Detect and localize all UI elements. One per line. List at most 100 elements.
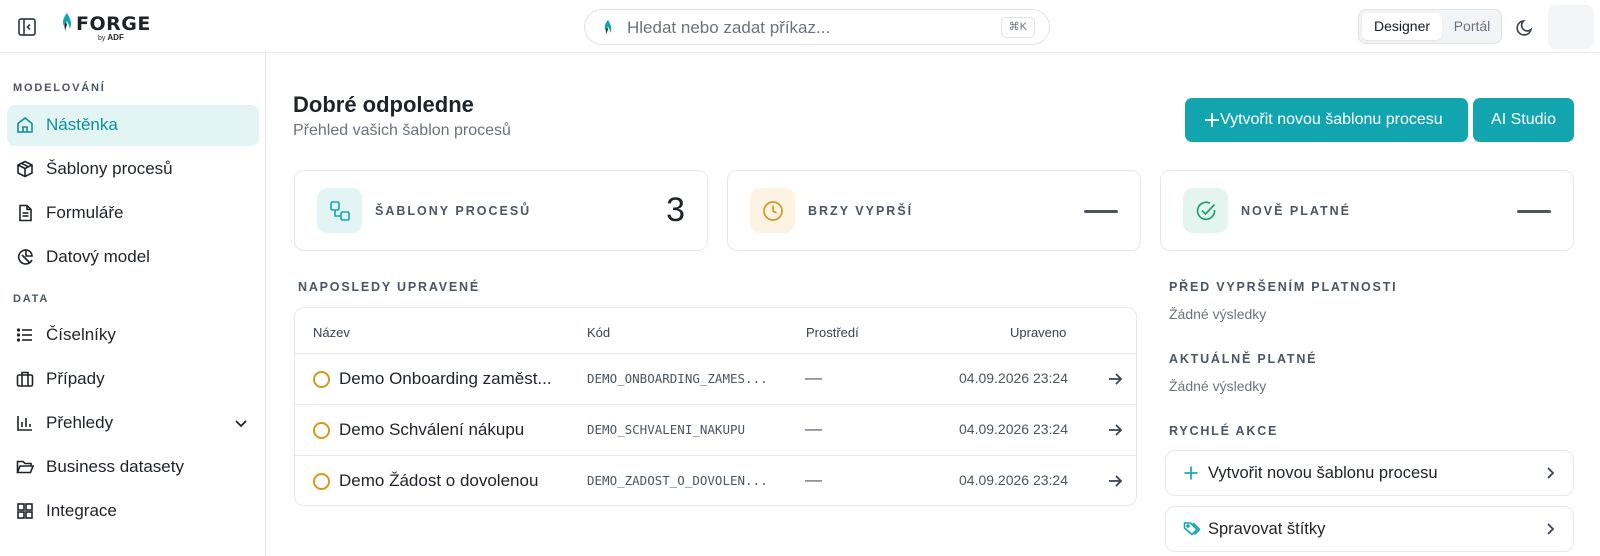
top-bar: FORGE by ADF Hledat nebo zadat příkaz... … (0, 0, 1600, 53)
brand-byline-small: by (98, 35, 106, 42)
create-template-label: Vytvořit novou šablonu procesu (1220, 111, 1443, 128)
sidebar-item-cases[interactable]: Případy (7, 359, 259, 400)
sidebar-item-reports[interactable]: Přehledy (7, 403, 259, 444)
cube-icon (17, 160, 33, 178)
stat-card-newly-valid: NOVĚ PLATNÉ (1160, 170, 1574, 251)
column-header-updated[interactable]: Upraveno (1010, 325, 1066, 340)
expiring-section-title: PŘED VYPRŠENÍM PLATNOSTI (1169, 280, 1398, 294)
chevron-right-icon (1547, 523, 1555, 535)
valid-empty-text: Žádné výsledky (1169, 378, 1267, 394)
recent-templates-table: Název Kód Prostředí Upraveno Demo Onboar… (294, 307, 1137, 506)
column-header-name[interactable]: Název (313, 325, 350, 340)
row-code: DEMO_ZADOST_O_DOVOLEN... (587, 473, 768, 488)
sidebar-item-label: Přehledy (46, 413, 114, 432)
theme-toggle-moon-icon[interactable] (1514, 16, 1536, 38)
sidebar-item-forms[interactable]: Formuláře (7, 193, 259, 234)
recent-section-title: NAPOSLEDY UPRAVENÉ (298, 280, 480, 294)
sidebar-item-label: Formuláře (46, 203, 124, 222)
sidebar-item-codelists[interactable]: Číselníky (7, 315, 259, 356)
stat-card-expiring-soon: BRZY VYPRŠÍ (727, 170, 1141, 251)
plus-icon (1184, 466, 1198, 480)
row-code: DEMO_SCHVALENI_NAKUPU (587, 422, 746, 437)
table-row[interactable]: Demo Onboarding zaměst... DEMO_ONBOARDIN… (295, 353, 1136, 404)
valid-section-title: AKTUÁLNĚ PLATNÉ (1169, 352, 1318, 366)
sidebar-item-integrations[interactable]: Integrace (7, 491, 259, 532)
brand-name: FORGE (76, 13, 151, 35)
chevron-right-icon (1547, 467, 1555, 479)
quick-action-manage-tags[interactable]: Spravovat štítky (1165, 506, 1574, 552)
sidebar-item-label: Číselníky (46, 325, 116, 344)
row-updated: 04.09.2026 23:24 (959, 472, 1068, 488)
stat-label: ŠABLONY PROCESŮ (375, 204, 532, 218)
column-header-environment[interactable]: Prostředí (806, 325, 859, 340)
sidebar: MODELOVÁNÍ Nástěnka Šablony procesů Form… (0, 53, 266, 556)
create-template-button[interactable]: Vytvořit novou šablonu procesu (1185, 98, 1468, 142)
search-shortcut-badge: ⌘K (1000, 17, 1035, 38)
sidebar-item-business-datasets[interactable]: Business datasety (7, 447, 259, 488)
grid-icon (17, 503, 33, 519)
mode-designer-button[interactable]: Designer (1362, 13, 1442, 40)
mode-switch: Designer Portál (1358, 9, 1502, 44)
stat-value: 3 (666, 191, 685, 229)
sidebar-section-title: DATA (13, 293, 50, 305)
page-title: Dobré odpoledne (293, 92, 474, 117)
row-environment: — (805, 470, 822, 489)
home-icon (17, 116, 33, 133)
stat-value-empty-dash (1084, 210, 1118, 213)
status-circle-icon (313, 422, 330, 439)
quick-action-create-template[interactable]: Vytvořit novou šablonu procesu (1165, 450, 1574, 496)
check-circle-icon (1183, 188, 1228, 233)
sidebar-item-label: Nástěnka (46, 115, 118, 134)
row-environment: — (805, 419, 822, 438)
forge-logo[interactable]: FORGE by ADF (58, 10, 168, 44)
document-icon (19, 204, 32, 222)
bar-chart-icon (17, 416, 32, 431)
stat-card-templates: ŠABLONY PROCESŮ 3 (294, 170, 708, 251)
quick-action-label: Spravovat štítky (1208, 520, 1326, 538)
chevron-down-icon[interactable] (233, 415, 249, 431)
folder-open-icon (16, 460, 35, 474)
command-search[interactable]: Hledat nebo zadat příkaz... ⌘K (584, 9, 1050, 45)
workflow-icon (317, 188, 362, 233)
sidebar-item-label: Business datasety (46, 457, 184, 476)
clock-icon (750, 188, 795, 233)
sidebar-item-process-templates[interactable]: Šablony procesů (7, 149, 259, 190)
sidebar-toggle-icon[interactable] (16, 16, 38, 38)
arrow-right-icon[interactable] (1106, 472, 1124, 490)
mode-portal-button[interactable]: Portál (1445, 13, 1499, 40)
page-subtitle: Přehled vašich šablon procesů (293, 122, 511, 139)
search-input[interactable]: Hledat nebo zadat příkaz... (627, 18, 830, 38)
table-row[interactable]: Demo Schválení nákupu DEMO_SCHVALENI_NAK… (295, 404, 1136, 455)
stat-label: NOVĚ PLATNÉ (1241, 204, 1351, 218)
column-header-code[interactable]: Kód (587, 325, 610, 340)
sidebar-section-title: MODELOVÁNÍ (13, 82, 106, 94)
arrow-right-icon[interactable] (1106, 370, 1124, 388)
row-environment: — (805, 368, 822, 387)
expiring-empty-text: Žádné výsledky (1169, 306, 1267, 322)
status-circle-icon (313, 371, 330, 388)
sidebar-item-label: Šablony procesů (46, 159, 173, 178)
flame-logo-icon (63, 13, 72, 32)
plus-icon (1205, 113, 1219, 127)
sidebar-item-label: Integrace (46, 501, 117, 520)
stat-label: BRZY VYPRŠÍ (808, 204, 914, 218)
brand-byline: by ADF (98, 33, 124, 42)
row-updated: 04.09.2026 23:24 (959, 370, 1068, 386)
stat-value-empty-dash (1517, 210, 1551, 213)
ai-studio-button[interactable]: AI Studio (1473, 98, 1574, 142)
sidebar-item-data-model[interactable]: Datový model (7, 237, 259, 278)
quick-action-label: Vytvořit novou šablonu procesu (1208, 464, 1438, 482)
table-row[interactable]: Demo Žádost o dovolenou DEMO_ZADOST_O_DO… (295, 455, 1136, 505)
briefcase-icon (16, 371, 34, 387)
row-name: Demo Onboarding zaměst... (339, 369, 552, 388)
arrow-right-icon[interactable] (1106, 421, 1124, 439)
quick-actions-title: RYCHLÉ AKCE (1169, 424, 1279, 438)
list-icon (16, 328, 32, 342)
row-code: DEMO_ONBOARDING_ZAMES... (587, 371, 768, 386)
brand-byline-name: ADF (107, 33, 124, 42)
tags-icon (1183, 522, 1201, 536)
row-updated: 04.09.2026 23:24 (959, 421, 1068, 437)
sidebar-item-dashboard[interactable]: Nástěnka (7, 105, 259, 146)
user-avatar[interactable] (1548, 5, 1594, 49)
row-name: Demo Žádost o dovolenou (339, 471, 539, 490)
